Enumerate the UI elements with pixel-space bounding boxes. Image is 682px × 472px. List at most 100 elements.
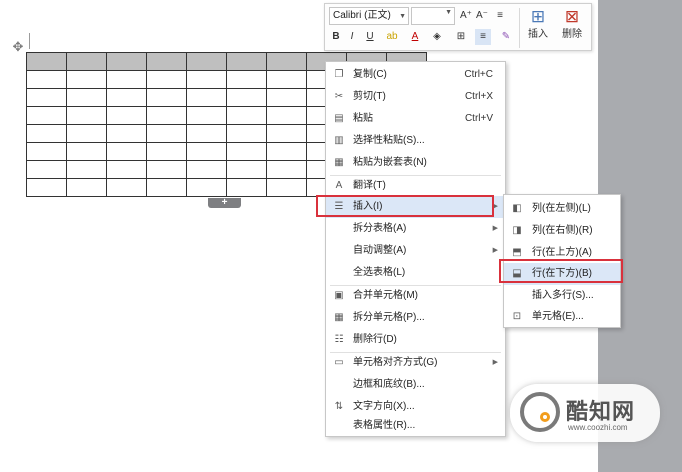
table-cell[interactable] bbox=[186, 160, 227, 179]
border-button[interactable]: ⊞ bbox=[453, 29, 469, 45]
table-cell[interactable] bbox=[226, 52, 267, 71]
insert-button[interactable]: ⊞ 插入 bbox=[523, 6, 553, 50]
menu-item-borders-shading[interactable]: 边框和底纹(B)... bbox=[326, 374, 505, 396]
table-cell[interactable] bbox=[266, 178, 307, 197]
submenu-item-insert-rows[interactable]: 插入多行(S)... bbox=[504, 285, 620, 307]
table-cell[interactable] bbox=[66, 178, 107, 197]
table-cell[interactable] bbox=[226, 160, 267, 179]
table-cell[interactable] bbox=[266, 106, 307, 125]
table-cell[interactable] bbox=[226, 178, 267, 197]
table-cell[interactable] bbox=[66, 88, 107, 107]
table-cell[interactable] bbox=[106, 52, 147, 71]
table-cell[interactable] bbox=[186, 70, 227, 89]
menu-item-paste[interactable]: ▤ 粘贴 Ctrl+V bbox=[326, 108, 505, 130]
table-cell[interactable] bbox=[186, 142, 227, 161]
menu-item-cut[interactable]: ✂ 剪切(T) Ctrl+X bbox=[326, 86, 505, 108]
menu-item-cell-alignment[interactable]: ▭ 单元格对齐方式(G) ▶ bbox=[326, 352, 505, 374]
menu-item-paste-special[interactable]: ▥ 选择性粘贴(S)... bbox=[326, 130, 505, 152]
menu-item-select-table[interactable]: 全选表格(L) bbox=[326, 262, 505, 284]
table-cell[interactable] bbox=[66, 52, 107, 71]
table-cell[interactable] bbox=[26, 178, 67, 197]
menu-item-label: 复制(C) bbox=[353, 69, 387, 80]
table-cell[interactable] bbox=[266, 142, 307, 161]
line-spacing-button[interactable]: ≡ bbox=[491, 8, 509, 24]
table-cell[interactable] bbox=[146, 142, 187, 161]
table-cell[interactable] bbox=[146, 88, 187, 107]
menu-item-paste-nested[interactable]: ▦ 粘贴为嵌套表(N) bbox=[326, 152, 505, 174]
bold-button[interactable]: B bbox=[329, 29, 343, 45]
table-cell[interactable] bbox=[226, 70, 267, 89]
table-cell[interactable] bbox=[66, 106, 107, 125]
font-size-dropdown[interactable]: ▼ bbox=[411, 7, 455, 25]
table-add-row-button[interactable]: + bbox=[208, 198, 241, 208]
underline-button[interactable]: U bbox=[361, 29, 379, 45]
font-grow-button[interactable]: A⁺ bbox=[459, 8, 473, 24]
table-cell[interactable] bbox=[106, 106, 147, 125]
menu-item-autofit[interactable]: 自动调整(A) ▶ bbox=[326, 240, 505, 262]
table-cell[interactable] bbox=[26, 124, 67, 143]
table-cell[interactable] bbox=[146, 124, 187, 143]
table-cell[interactable] bbox=[226, 142, 267, 161]
table-cell[interactable] bbox=[106, 88, 147, 107]
submenu-item-col-right[interactable]: ◨ 列(在右侧)(R) bbox=[504, 220, 620, 242]
table-cell[interactable] bbox=[186, 178, 227, 197]
table-cell[interactable] bbox=[26, 142, 67, 161]
table-cell[interactable] bbox=[226, 88, 267, 107]
table-cell[interactable] bbox=[106, 70, 147, 89]
table-cell[interactable] bbox=[226, 106, 267, 125]
menu-item-table-properties[interactable]: 表格属性(R)... bbox=[326, 415, 505, 437]
table-cell[interactable] bbox=[66, 142, 107, 161]
cut-icon: ✂ bbox=[334, 91, 344, 102]
table-cell[interactable] bbox=[146, 178, 187, 197]
table-cell[interactable] bbox=[26, 88, 67, 107]
table-cell[interactable] bbox=[186, 124, 227, 143]
menu-item-label: 单元格对齐方式(G) bbox=[353, 357, 438, 368]
font-shrink-button[interactable]: A⁻ bbox=[475, 8, 489, 24]
submenu-item-cell[interactable]: ⊡ 单元格(E)... bbox=[504, 306, 620, 328]
table-cell[interactable] bbox=[266, 160, 307, 179]
font-name-dropdown[interactable]: Calibri (正文) ▼ bbox=[329, 7, 409, 25]
align-button[interactable]: ≡ bbox=[475, 29, 491, 45]
table-cell[interactable] bbox=[26, 70, 67, 89]
chevron-right-icon: ▶ bbox=[492, 359, 498, 366]
table-cell[interactable] bbox=[266, 88, 307, 107]
menu-item-split-table[interactable]: 拆分表格(A) ▶ bbox=[326, 218, 505, 240]
table-cell[interactable] bbox=[266, 70, 307, 89]
table-cell[interactable] bbox=[266, 52, 307, 71]
insert-label: 插入 bbox=[528, 29, 548, 40]
table-cell[interactable] bbox=[66, 70, 107, 89]
table-cell[interactable] bbox=[186, 52, 227, 71]
table-cell[interactable] bbox=[186, 106, 227, 125]
menu-item-shortcut: Ctrl+C bbox=[464, 69, 493, 80]
table-cell[interactable] bbox=[66, 124, 107, 143]
table-cell[interactable] bbox=[106, 160, 147, 179]
table-cell[interactable] bbox=[226, 124, 267, 143]
menu-item-split-cells[interactable]: ▦ 拆分单元格(P)... bbox=[326, 307, 505, 329]
table-cell[interactable] bbox=[146, 106, 187, 125]
shading-button[interactable]: ◈ bbox=[429, 29, 445, 45]
table-cell[interactable] bbox=[146, 70, 187, 89]
menu-item-translate[interactable]: A 翻译(T) bbox=[326, 175, 505, 197]
table-cell[interactable] bbox=[106, 124, 147, 143]
submenu-item-col-left[interactable]: ◧ 列(在左侧)(L) bbox=[504, 198, 620, 220]
delete-button[interactable]: ⊠ 删除 bbox=[557, 6, 587, 50]
italic-button[interactable]: I bbox=[345, 29, 359, 45]
table-cell[interactable] bbox=[146, 52, 187, 71]
menu-item-delete-row[interactable]: ☷ 删除行(D) bbox=[326, 329, 505, 351]
menu-item-copy[interactable]: ❐ 复制(C) Ctrl+C bbox=[326, 64, 505, 86]
table-cell[interactable] bbox=[26, 52, 67, 71]
font-color-button[interactable]: A bbox=[407, 29, 423, 45]
table-cell[interactable] bbox=[106, 142, 147, 161]
insert-col-right-icon: ◨ bbox=[512, 225, 522, 236]
table-cell[interactable] bbox=[266, 124, 307, 143]
table-cell[interactable] bbox=[106, 178, 147, 197]
table-cell[interactable] bbox=[66, 160, 107, 179]
table-move-handle-icon[interactable]: ✥ bbox=[11, 40, 25, 54]
table-cell[interactable] bbox=[186, 88, 227, 107]
highlight-color-button[interactable]: ab bbox=[383, 29, 401, 45]
eraser-icon[interactable]: ✎ bbox=[499, 29, 513, 45]
menu-item-merge-cells[interactable]: ▣ 合并单元格(M) bbox=[326, 285, 505, 307]
table-cell[interactable] bbox=[146, 160, 187, 179]
table-cell[interactable] bbox=[26, 160, 67, 179]
table-cell[interactable] bbox=[26, 106, 67, 125]
